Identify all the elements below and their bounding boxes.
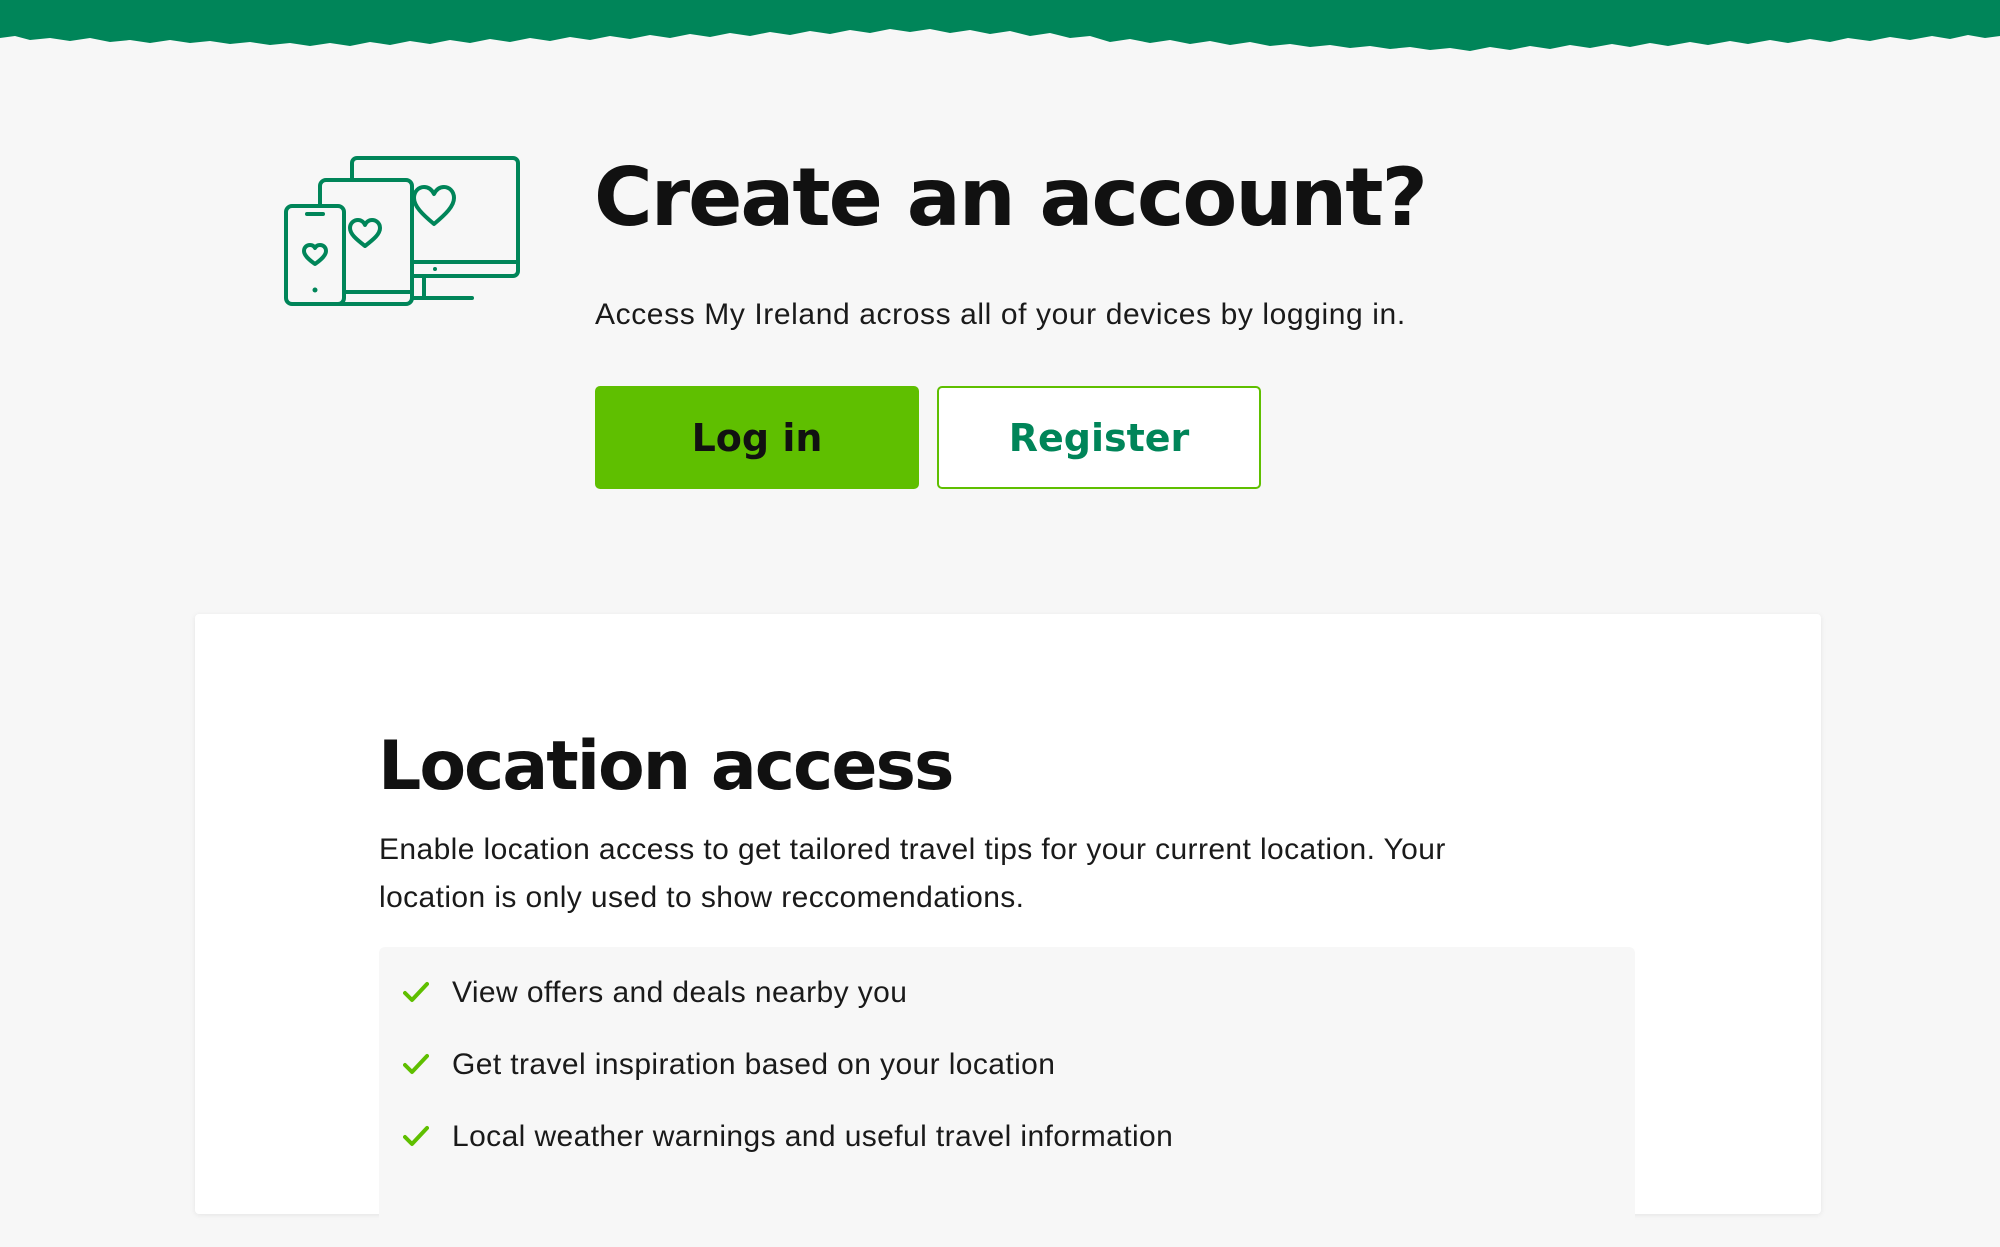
benefit-text: Local weather warnings and useful travel… bbox=[452, 1120, 1174, 1153]
check-icon bbox=[403, 1125, 429, 1147]
register-button-label: Register bbox=[1008, 415, 1190, 460]
account-title: Create an account? bbox=[594, 151, 1428, 244]
login-button[interactable]: Log in bbox=[595, 386, 919, 489]
login-button-label: Log in bbox=[691, 415, 823, 460]
benefit-text: View offers and deals nearby you bbox=[452, 976, 908, 1009]
benefit-text: Get travel inspiration based on your loc… bbox=[452, 1048, 1056, 1081]
create-account-section: Create an account? Access My Ireland acr… bbox=[0, 0, 2000, 600]
location-access-card: Location access Enable location access t… bbox=[195, 614, 1821, 1247]
check-icon bbox=[403, 1053, 429, 1075]
check-icon bbox=[403, 981, 429, 1003]
location-description: Enable location access to get tailored t… bbox=[379, 833, 1446, 914]
account-subtitle: Access My Ireland across all of your dev… bbox=[595, 298, 1406, 331]
location-title: Location access bbox=[378, 727, 954, 806]
register-button[interactable]: Register bbox=[937, 386, 1261, 489]
devices-heart-icon bbox=[282, 152, 522, 307]
location-benefits-box: View offers and deals nearby you Get tra… bbox=[379, 947, 1635, 1247]
